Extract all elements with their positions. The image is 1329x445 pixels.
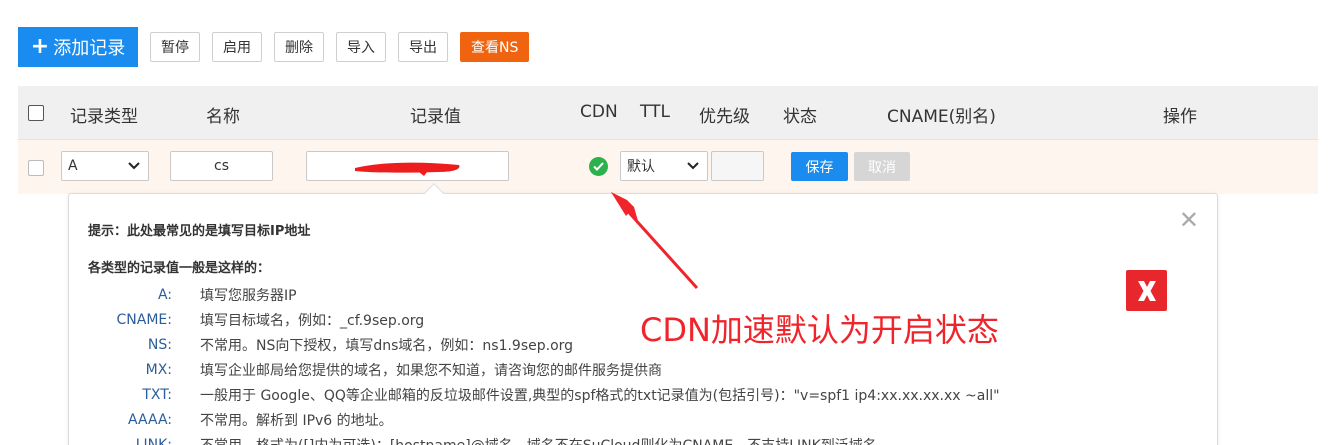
chevron-down-icon [128, 162, 140, 170]
record-type-desc: 不常用。格式为([]内为可选)：[hostname]@域名，域名不在SuClou… [200, 435, 877, 445]
annotation-text: CDN加速默认为开启状态 [640, 311, 999, 349]
list-item: TXT: 一般用于 Google、QQ等企业邮箱的反垃圾邮件设置,典型的spf格… [69, 382, 1217, 407]
list-item: MX: 填写企业邮局给您提供的域名，如果您不知道，请咨询您的邮件服务提供商 [69, 357, 1217, 382]
record-name-value: cs [214, 158, 229, 174]
record-type-value: A [68, 158, 78, 174]
chevron-down-icon [687, 162, 699, 170]
select-all-checkbox[interactable] [28, 105, 44, 121]
row-checkbox[interactable] [28, 160, 44, 176]
record-type-key: MX: [145, 361, 172, 378]
pause-button[interactable]: 暂停 [150, 32, 200, 62]
record-type-key: A: [157, 286, 172, 303]
view-ns-button[interactable]: 查看NS [460, 32, 530, 62]
header-actions: 操作 [1163, 107, 1197, 127]
record-type-desc: 一般用于 Google、QQ等企业邮箱的反垃圾邮件设置,典型的spf格式的txt… [200, 387, 1000, 404]
red-x-badge-icon [1126, 270, 1167, 311]
cdn-toggle-on-icon[interactable] [589, 157, 608, 176]
record-type-key: CNAME: [116, 311, 172, 328]
tooltip-subtitle: 各类型的记录值一般是这样的： [88, 261, 271, 276]
record-type-key: LINK: [135, 436, 172, 445]
export-button[interactable]: 导出 [398, 32, 448, 62]
x-icon [1137, 280, 1156, 301]
header-record-type: 记录类型 [70, 107, 138, 127]
record-type-key: NS: [147, 336, 172, 353]
header-cdn: CDN [580, 102, 618, 122]
header-status: 状态 [783, 107, 817, 127]
header-priority: 优先级 [699, 107, 750, 127]
table-header: 记录类型 名称 记录值 CDN TTL 优先级 状态 CNAME(别名) 操作 [18, 86, 1318, 140]
record-type-select[interactable]: A [61, 151, 149, 181]
record-type-desc: 不常用。NS向下授权，填写dns域名，例如：ns1.9sep.org [200, 337, 574, 354]
header-record-value: 记录值 [410, 107, 461, 127]
record-type-key: AAAA: [128, 411, 172, 428]
ttl-value: 默认 [627, 159, 655, 175]
cancel-button[interactable]: 取消 [854, 152, 910, 181]
enable-button[interactable]: 启用 [212, 32, 262, 62]
add-record-label: 添加记录 [53, 38, 126, 59]
toolbar: + 添加记录 暂停 启用 删除 导入 导出 查看NS [18, 27, 530, 67]
record-value-input[interactable] [306, 151, 509, 181]
record-type-key: TXT: [142, 386, 172, 403]
header-ttl: TTL [640, 102, 670, 122]
record-name-input[interactable]: cs [170, 151, 273, 181]
header-name: 名称 [206, 107, 240, 127]
list-item: A: 填写您服务器IP [69, 282, 1217, 307]
redaction-mark [355, 162, 460, 176]
add-record-button[interactable]: + 添加记录 [18, 27, 138, 67]
save-button[interactable]: 保存 [791, 152, 848, 181]
header-cname: CNAME(别名) [887, 107, 996, 127]
priority-input[interactable] [711, 151, 764, 181]
close-icon[interactable]: ✕ [1179, 208, 1199, 232]
record-type-desc: 填写企业邮局给您提供的域名，如果您不知道，请咨询您的邮件服务提供商 [200, 362, 662, 379]
tooltip-title: 提示：此处最常见的是填写目标IP地址 [88, 224, 311, 239]
import-button[interactable]: 导入 [336, 32, 386, 62]
check-icon [593, 162, 604, 171]
plus-icon: + [30, 34, 50, 59]
list-item: LINK: 不常用。格式为([]内为可选)：[hostname]@域名，域名不在… [69, 432, 1217, 445]
delete-button[interactable]: 删除 [274, 32, 324, 62]
ttl-select[interactable]: 默认 [620, 151, 708, 181]
edit-record-row: A cs 默认 保存 取消 [18, 140, 1318, 194]
record-type-desc: 填写目标域名，例如：_cf.9sep.org [200, 312, 425, 329]
list-item: AAAA: 不常用。解析到 IPv6 的地址。 [69, 407, 1217, 432]
record-type-desc: 不常用。解析到 IPv6 的地址。 [200, 412, 393, 429]
record-type-desc: 填写您服务器IP [200, 287, 297, 304]
